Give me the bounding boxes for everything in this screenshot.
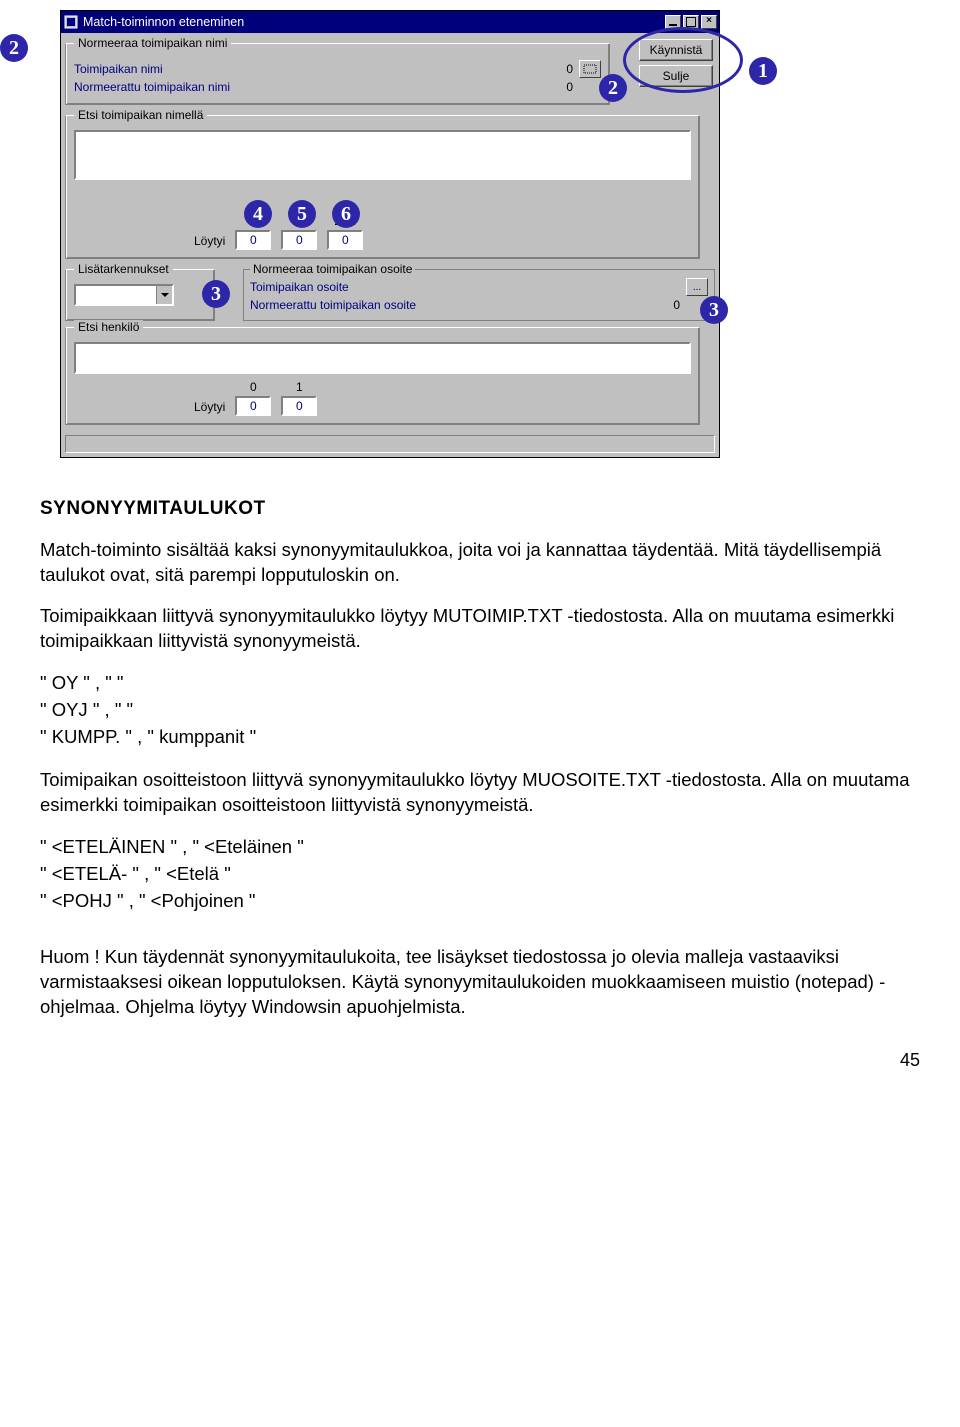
address-label: Toimipaikan osoite [250, 280, 686, 294]
group-legend: Normeeraa toimipaikan nimi [74, 36, 231, 50]
callout-3a: 3 [202, 280, 230, 308]
callout-4: 4 [244, 200, 272, 228]
normalized-address-label: Normeerattu toimipaikan osoite [250, 298, 656, 312]
person-results-list[interactable] [74, 342, 691, 374]
paragraph-note: Huom ! Kun täydennät synonyymitaulukoita… [40, 945, 920, 1020]
paragraph: Toimipaikan osoitteistoon liittyvä synon… [40, 768, 920, 818]
col-value: 0 [281, 396, 317, 416]
col-value: 0 [327, 230, 363, 250]
group-legend: Lisätarkennukset [74, 262, 173, 276]
chevron-down-icon[interactable] [156, 286, 172, 304]
example-line: " KUMPP. " , " kumppanit " [40, 724, 920, 751]
refinement-row: Lisätarkennukset 3 Normeeraa toimipaikan… [65, 269, 715, 321]
page: 2 Match-toiminnon eteneminen × 1 Käynnis… [0, 0, 960, 1111]
callout-1: 1 [749, 57, 777, 85]
group-legend: Normeeraa toimipaikan osoite [250, 262, 415, 276]
group-legend: Etsi toimipaikan nimellä [74, 108, 207, 122]
callout-2: 2 [0, 34, 28, 62]
normalized-name-label: Normeerattu toimipaikan nimi [74, 80, 549, 94]
group-normalize-name: Normeeraa toimipaikan nimi Toimipaikan n… [65, 43, 610, 105]
normalized-name-value: 0 [549, 80, 573, 94]
page-number: 45 [40, 1050, 920, 1071]
name-label: Toimipaikan nimi [74, 62, 549, 76]
callout-3b: 3 [700, 296, 728, 324]
normalized-address-value: 0 [656, 298, 680, 312]
paragraph: Toimipaikkaan liittyvä synonyymitaulukko… [40, 604, 920, 654]
ellipsis-button[interactable] [579, 60, 601, 78]
refinement-combo[interactable] [74, 284, 174, 306]
callout-2b: 2 [599, 74, 627, 102]
callout-ring-1 [623, 27, 743, 93]
ellipsis-button[interactable]: ... [686, 278, 708, 296]
found-label: Löytyi [194, 234, 225, 248]
callout-6: 6 [332, 200, 360, 228]
app-icon [63, 14, 79, 30]
window-title: Match-toiminnon eteneminen [83, 15, 665, 29]
group-legend: Etsi henkilö [74, 320, 143, 334]
paragraph: Match-toiminto sisältää kaksi synonyymit… [40, 538, 920, 588]
search-results-list[interactable] [74, 130, 691, 180]
col-header: 1 [296, 380, 303, 394]
example-line: " <POHJ " , " <Pohjoinen " [40, 888, 920, 915]
found-col-1: 1 0 [281, 380, 317, 416]
synonym-example-2: " <ETELÄINEN " , " <Eteläinen " " <ETELÄ… [40, 834, 920, 914]
title-bar: Match-toiminnon eteneminen × [61, 11, 719, 33]
name-value: 0 [549, 62, 573, 76]
col-value: 0 [281, 230, 317, 250]
synonym-example-1: " OY " , " " " OYJ " , " " " KUMPP. " , … [40, 670, 920, 750]
group-search-person: Etsi henkilö Löytyi 0 0 1 0 [65, 327, 700, 425]
status-bar [65, 435, 715, 453]
col-header: 0 [250, 380, 257, 394]
close-window-button[interactable]: × [701, 15, 717, 29]
dialog-client: 1 Käynnistä Sulje Normeeraa toimipaikan … [61, 33, 719, 457]
col-value: 0 [235, 396, 271, 416]
dialog-window: Match-toiminnon eteneminen × 1 Käynnistä… [60, 10, 720, 458]
example-line: " OYJ " , " " [40, 697, 920, 724]
found-col-0: 0 0 [235, 380, 271, 416]
heading-synonym-tables: SYNONYYMITAULUKOT [40, 498, 920, 520]
group-search-name: Etsi toimipaikan nimellä 4 5 6 Löytyi 0 … [65, 115, 700, 259]
col-value: 0 [235, 230, 271, 250]
callout-5: 5 [288, 200, 316, 228]
found-label: Löytyi [194, 400, 225, 414]
example-line: " OY " , " " [40, 670, 920, 697]
example-line: " <ETELÄINEN " , " <Eteläinen " [40, 834, 920, 861]
group-normalize-address: Normeeraa toimipaikan osoite Toimipaikan… [243, 269, 715, 321]
example-line: " <ETELÄ- " , " <Etelä " [40, 861, 920, 888]
group-refinement: Lisätarkennukset 3 [65, 269, 215, 321]
